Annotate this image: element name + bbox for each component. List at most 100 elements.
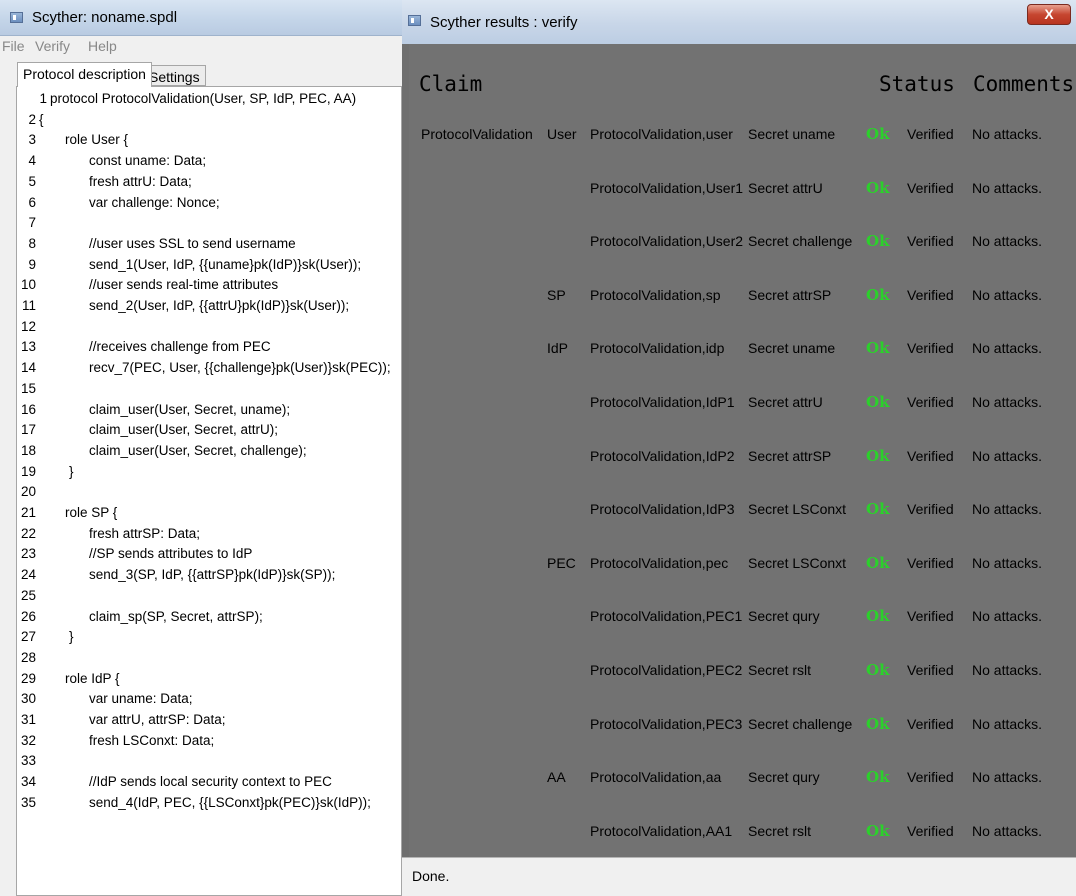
tab-bar: Protocol description Settings <box>0 58 402 87</box>
line-code: claim_user(User, Secret, uname); <box>89 401 291 417</box>
line-number: 24 <box>20 567 36 583</box>
comment-cell: No attacks. <box>972 126 1043 142</box>
line-number: 3 <box>28 132 36 148</box>
column-header-status: Status <box>879 72 955 96</box>
status-ok: Ok <box>866 393 890 411</box>
line-code: recv_7(PEC, User, {{challenge}pk(User)}s… <box>89 360 391 376</box>
line-code: //user sends real-time attributes <box>89 277 279 293</box>
claim-description-cell: Secret LSConxt <box>748 501 847 518</box>
claim-label-cell: ProtocolValidation,AA1 <box>590 822 733 839</box>
verdict-cell: Verified <box>907 179 954 196</box>
line-number: 28 <box>20 649 36 665</box>
status-ok: Ok <box>866 125 890 143</box>
line-number: 4 <box>28 153 36 169</box>
line-code: } <box>69 463 74 479</box>
verdict-cell: Verified <box>907 822 954 839</box>
result-row: PEC ProtocolValidation,pec Secret LSConxt O… <box>409 553 1076 575</box>
line-number: 26 <box>20 608 36 624</box>
result-row: ProtocolValidation,User2 Secret challenge… <box>409 232 1076 253</box>
line-number: 17 <box>20 422 36 438</box>
status-ok: Ok <box>866 821 890 840</box>
result-row: ProtocolValidation,PEC2 Secret rslt Ok Veri… <box>409 661 1076 682</box>
verdict-cell: Verified <box>907 501 954 518</box>
line-code: fresh attrU: Data; <box>89 173 192 189</box>
line-code: var uname: Data; <box>89 691 193 707</box>
line-code: role IdP { <box>65 670 120 686</box>
result-row: ProtocolValidation,PEC3 Secret challenge O… <box>409 714 1076 736</box>
status-ok: Ok <box>866 661 890 679</box>
line-code: role SP { <box>65 505 118 520</box>
menu-file[interactable]: File <box>2 38 25 54</box>
results-window: Scyther results : verify X Claim Status … <box>402 0 1076 896</box>
claim-role-cell: IdP <box>547 340 569 357</box>
claim-role-cell: AA <box>547 769 566 786</box>
line-code: claim_sp(SP, Secret, attrSP); <box>89 608 263 624</box>
line-number: 11 <box>21 298 36 313</box>
line-number: 20 <box>20 484 36 500</box>
line-code: const uname: Data; <box>89 153 207 169</box>
claim-label-cell: ProtocolValidation,pec <box>590 554 729 571</box>
line-number: 23 <box>20 546 36 562</box>
comment-cell: No attacks. <box>972 822 1043 839</box>
line-code: claim_user(User, Secret, attrU); <box>89 422 279 438</box>
status-ok: Ok <box>866 714 890 733</box>
line-number: 33 <box>20 753 36 769</box>
line-number: 30 <box>20 691 36 707</box>
line-code: role User { <box>65 132 129 148</box>
line-code: send_4(IdP, PEC, {{LSConxt}pk(PEC)}sk(Id… <box>89 794 371 810</box>
verdict-cell: Verified <box>907 447 954 464</box>
line-code: send_1(User, IdP, {{uname}pk(IdP)}sk(Use… <box>89 256 362 272</box>
result-row: ProtocolValidation,IdP2 Secret attrSP Ok Ve… <box>409 447 1076 468</box>
result-row: ProtocolValidation,PEC1 Secret qury Ok Veri… <box>409 607 1076 628</box>
result-row: ProtocolValidation,IdP3 Secret LSConxt Ok V… <box>409 500 1076 521</box>
results-window-title: Scyther results : verify <box>430 14 578 31</box>
claim-label-cell: ProtocolValidation,PEC1 <box>590 608 743 625</box>
results-titlebar[interactable]: Scyther results : verify X <box>402 0 1076 44</box>
results-table: Claim Status Comments ProtocolValidation… <box>409 44 1076 857</box>
verdict-cell: Verified <box>907 233 954 250</box>
claim-label-cell: ProtocolValidation,idp <box>590 340 725 357</box>
verdict-cell: Verified <box>907 394 954 410</box>
comment-cell: No attacks. <box>972 662 1043 678</box>
claim-description-cell: Secret rslt <box>748 822 812 839</box>
comment-cell: No attacks. <box>972 554 1043 571</box>
comment-cell: No attacks. <box>972 501 1043 518</box>
line-number: 25 <box>20 587 36 603</box>
tab-settings[interactable]: Settings <box>143 65 206 86</box>
line-code: var challenge: Nonce; <box>89 194 220 210</box>
verdict-cell: Verified <box>907 715 954 732</box>
line-code: //SP sends attributes to IdP <box>89 546 253 562</box>
result-row: ProtocolValidation,IdP1 Secret attrU Ok Ver… <box>409 393 1076 414</box>
results-app-icon <box>408 15 421 26</box>
claim-label-cell: ProtocolValidation,user <box>590 126 733 142</box>
claim-label-cell: ProtocolValidation,IdP2 <box>590 447 735 464</box>
line-number: 22 <box>20 525 36 541</box>
line-number: 2 <box>28 111 36 127</box>
menu-help[interactable]: Help <box>88 38 117 54</box>
tab-protocol-description[interactable]: Protocol description <box>17 62 152 87</box>
claim-label-cell: ProtocolValidation,aa <box>590 769 722 786</box>
line-number: 14 <box>20 360 36 376</box>
line-number: 34 <box>20 774 36 790</box>
line-number: 8 <box>28 235 36 251</box>
status-ok: Ok <box>866 178 890 197</box>
line-number: 12 <box>20 318 36 334</box>
protocol-editor[interactable]: 1 protocol ProtocolValidation(User, SP, I… <box>16 86 402 896</box>
line-number: 7 <box>28 215 36 231</box>
result-row: ProtocolValidation,User1 Secret attrU Ok Ve… <box>409 178 1076 200</box>
claim-description-cell: Secret LSConxt <box>748 554 847 571</box>
comment-cell: No attacks. <box>972 179 1043 196</box>
status-ok: Ok <box>866 285 890 304</box>
comment-cell: No attacks. <box>972 340 1043 357</box>
line-number: 13 <box>20 339 36 355</box>
claim-role-cell: User <box>547 126 577 142</box>
line-number: 9 <box>28 256 36 272</box>
comment-cell: No attacks. <box>972 394 1043 410</box>
status-ok: Ok <box>866 553 890 572</box>
comment-cell: No attacks. <box>972 715 1043 732</box>
menu-verify[interactable]: Verify <box>35 38 70 54</box>
editor-titlebar[interactable]: Scyther: noname.spdl <box>0 0 402 36</box>
claim-label-cell: ProtocolValidation,sp <box>590 286 721 303</box>
claim-description-cell: Secret attrSP <box>748 286 832 303</box>
close-button[interactable]: X <box>1027 4 1071 25</box>
